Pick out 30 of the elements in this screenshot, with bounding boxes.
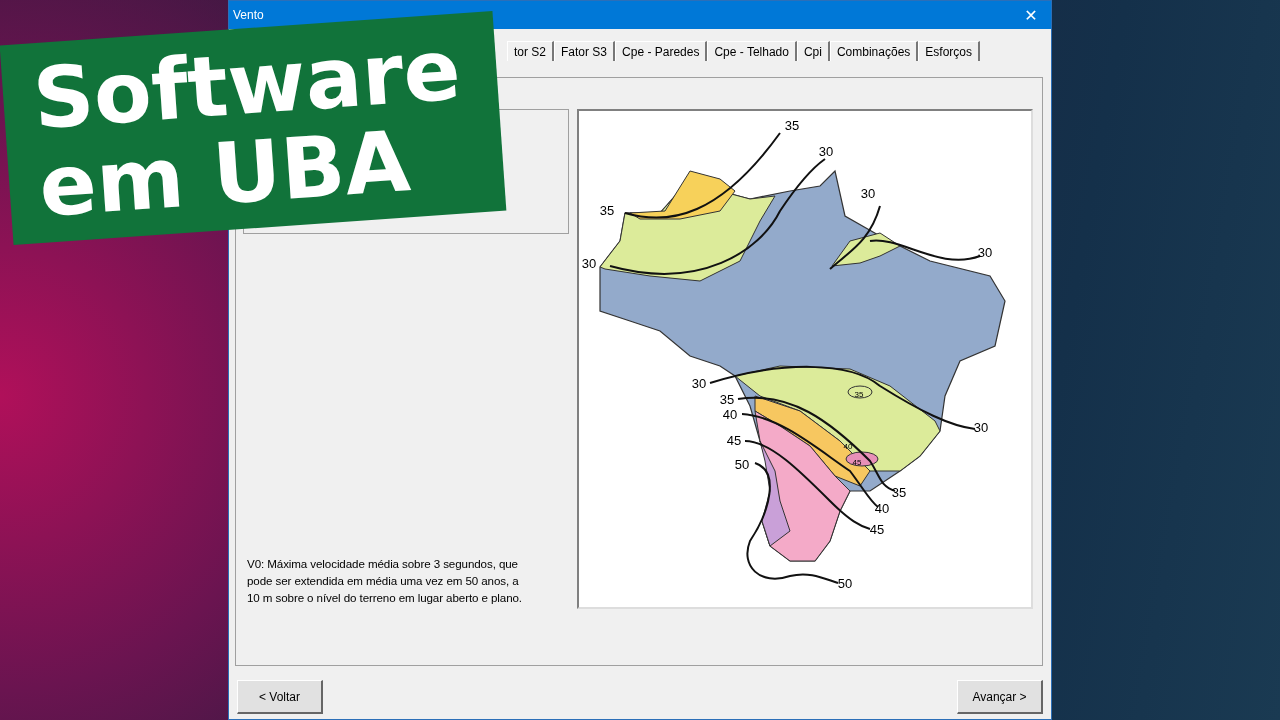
isopleth-label: 40 (874, 501, 890, 516)
tab[interactable]: Cpe - Paredes (615, 41, 708, 61)
window-title: Vento (233, 8, 264, 22)
nav-button[interactable]: < Voltar (237, 680, 323, 714)
close-button[interactable]: ✕ (1011, 1, 1051, 29)
isopleth-label: 50 (837, 576, 853, 591)
isopleth-label: 50 (734, 457, 750, 472)
isopleth-label: 35 (854, 390, 864, 399)
isopleth-label: 35 (784, 118, 800, 133)
isopleth-label: 30 (973, 420, 989, 435)
isopleth-label: 35 (891, 485, 907, 500)
isopleth-label: 45 (726, 433, 742, 448)
isopleth-label: 30 (977, 245, 993, 260)
tab[interactable]: Cpe - Telhado (707, 41, 797, 61)
tab[interactable]: Esforços (918, 41, 980, 61)
description-text: V0: Máxima velocidade média sobre 3 segundos, que pode ser extendida em média uma vez em 50 anos, a 10 m sobre o nível do terreno em lugar aberto e plano. (247, 556, 523, 606)
isopleth-label: 45 (869, 522, 885, 537)
isopleth-label: 30 (818, 144, 834, 159)
isopleth-label: 45 (852, 458, 862, 467)
tab[interactable]: Cpi (796, 41, 830, 61)
isopleth-label: 30 (691, 376, 707, 391)
nav-button[interactable]: Avançar > (957, 680, 1043, 714)
tab[interactable]: Fator S3 (554, 41, 616, 61)
isopleth-label: 35 (719, 392, 735, 407)
tab[interactable]: tor S2 (507, 41, 554, 61)
tab[interactable]: Combinações (829, 41, 919, 61)
isopleth-label: 40 (722, 407, 738, 422)
isopleth-label: 30 (581, 256, 597, 271)
isopleth-label: 30 (860, 186, 876, 201)
isopleth-label: 35 (599, 203, 615, 218)
